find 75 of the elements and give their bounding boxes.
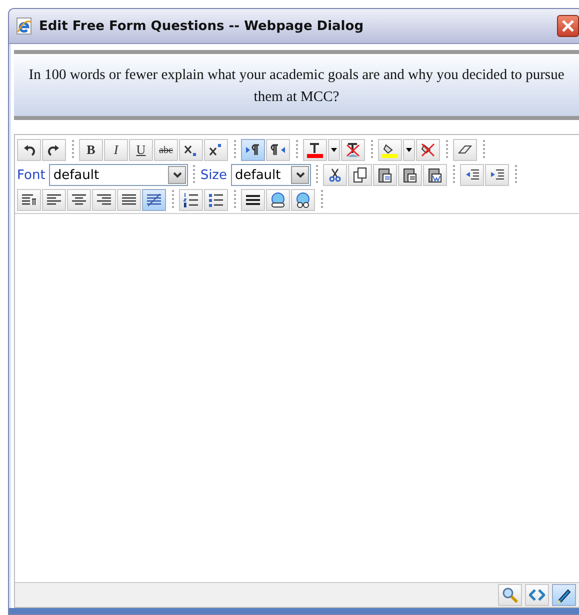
eraser-button[interactable] — [453, 139, 477, 161]
copy-icon — [352, 167, 368, 183]
paint-bucket-icon — [382, 142, 398, 158]
bullet-list-button[interactable] — [204, 189, 228, 211]
close-icon — [561, 19, 575, 33]
justify-off-icon — [146, 192, 162, 208]
code-icon — [529, 587, 545, 603]
underline-button[interactable]: U — [129, 139, 153, 161]
select-field[interactable]: default — [231, 164, 311, 186]
select-field[interactable]: default — [49, 164, 188, 186]
close-button[interactable] — [557, 15, 579, 37]
dropdown-button[interactable] — [403, 139, 415, 161]
forecolor-button[interactable] — [303, 139, 327, 161]
browser-icon — [15, 17, 33, 35]
para-left-button[interactable] — [17, 189, 41, 211]
paste-icon — [377, 167, 393, 183]
chevron-down-icon — [296, 172, 304, 178]
remove-text-color-icon — [345, 142, 361, 158]
ltr-button[interactable] — [241, 139, 265, 161]
paste-text-icon — [402, 167, 418, 183]
redo-button[interactable] — [42, 139, 66, 161]
copy-button[interactable] — [348, 164, 372, 186]
pencil-mode-button[interactable] — [552, 584, 576, 606]
paragraph-arrow-icon — [270, 142, 286, 158]
align-center-button[interactable] — [67, 189, 91, 211]
globe-arrows-icon — [295, 192, 311, 208]
dropdown-arrow-button[interactable] — [291, 166, 309, 184]
justify-none-button[interactable] — [142, 189, 166, 211]
question-text: In 100 words or fewer explain what your academic goals are and why you decided to pursue them at MCC? — [28, 66, 565, 107]
superscript-icon — [208, 142, 224, 158]
caret-icon — [406, 148, 412, 152]
align-right-button[interactable] — [92, 189, 116, 211]
paragraph-align-icon — [21, 192, 37, 208]
select-label: Font — [17, 168, 46, 182]
remove-highlight-icon — [420, 142, 436, 158]
paste-word-button[interactable] — [423, 164, 447, 186]
search-icon — [502, 587, 518, 603]
superscript-button[interactable] — [204, 139, 228, 161]
paste-button[interactable] — [373, 164, 397, 186]
italic-button[interactable]: I — [104, 139, 128, 161]
caret-icon — [331, 148, 337, 152]
backcolor-button[interactable] — [378, 139, 402, 161]
ordered-list-button[interactable] — [179, 189, 203, 211]
scissors-icon — [327, 167, 343, 183]
paste-document-icon — [427, 167, 443, 183]
anchor-button[interactable] — [291, 189, 315, 211]
text-color-icon — [307, 142, 323, 158]
align-left-button[interactable] — [42, 189, 66, 211]
remove-back-button[interactable] — [416, 139, 440, 161]
bold-button[interactable]: B — [79, 139, 103, 161]
paste-text-button[interactable] — [398, 164, 422, 186]
numbered-list-icon — [183, 192, 199, 208]
justify-button[interactable] — [117, 189, 141, 211]
window-title: Edit Free Form Questions -- Webpage Dialog — [39, 18, 365, 34]
outdent-button[interactable] — [460, 164, 484, 186]
search-mode-button[interactable] — [498, 584, 522, 606]
pencil-icon — [556, 587, 572, 603]
chevron-down-icon — [172, 172, 182, 178]
dropdown-button[interactable] — [328, 139, 340, 161]
subscript-button[interactable] — [179, 139, 203, 161]
dropdown-arrow-button[interactable] — [168, 166, 186, 184]
remove-color-button[interactable] — [341, 139, 365, 161]
rtl-button[interactable] — [266, 139, 290, 161]
select-label: Size — [200, 168, 227, 182]
link-button[interactable] — [266, 189, 290, 211]
paragraph-arrow-icon — [245, 142, 261, 158]
undo-button[interactable] — [17, 139, 41, 161]
horizontal-rule-icon — [245, 192, 261, 208]
indent-button[interactable] — [485, 164, 509, 186]
code-mode-button[interactable] — [525, 584, 549, 606]
rule-button[interactable] — [241, 189, 265, 211]
cut-button[interactable] — [323, 164, 347, 186]
bulleted-list-icon — [208, 192, 224, 208]
strike-button[interactable]: abc — [154, 139, 178, 161]
globe-link-icon — [270, 192, 286, 208]
